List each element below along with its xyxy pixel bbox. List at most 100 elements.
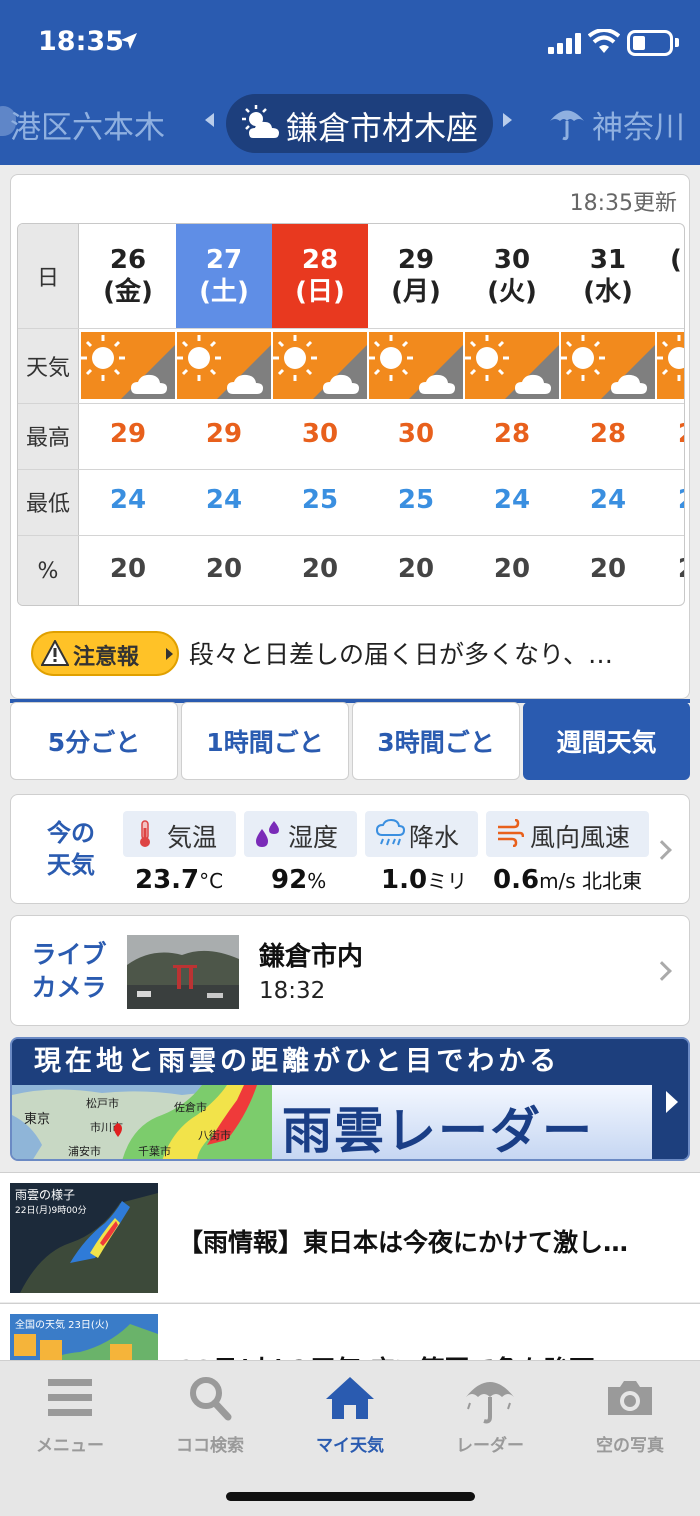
- map-label-sakura: 佐倉市: [174, 1100, 207, 1114]
- map-label-yachimata: 八街市: [198, 1128, 231, 1142]
- warning-badge-label: 注意報: [73, 645, 140, 670]
- map-label-urayasu: 浦安市: [68, 1144, 101, 1158]
- search-icon: [190, 1377, 232, 1421]
- row-label-high: 最高: [18, 403, 79, 469]
- forecast-precip-value: 20: [589, 554, 627, 584]
- nav-sky-photos[interactable]: 空の写真: [560, 1361, 700, 1461]
- sunny-then-cloudy-icon: [177, 332, 271, 399]
- live-camera-card[interactable]: ライブカメラ 鎌倉市内 18:32: [10, 915, 690, 1026]
- nav-my-weather-label: マイ天気: [316, 1436, 384, 1456]
- forecast-high-value: 28: [493, 419, 531, 449]
- app-header: 18:35 港区六本木 鎌倉市材木座 神奈川: [0, 0, 700, 165]
- location-arrow-icon: [121, 33, 137, 49]
- live-camera-label: ライブカメラ: [31, 940, 107, 1002]
- home-indicator: [226, 1492, 475, 1501]
- precipitation-label: 降水: [409, 823, 460, 852]
- nav-my-weather[interactable]: マイ天気: [280, 1361, 420, 1461]
- nav-menu[interactable]: メニュー: [0, 1361, 140, 1461]
- row-label-day: 日: [18, 224, 79, 328]
- wind-chip: 風向風速: [486, 811, 649, 857]
- nav-radar[interactable]: レーダー: [420, 1361, 560, 1461]
- status-time: 18:35: [38, 26, 124, 57]
- forecast-day-header: 29 (月): [391, 245, 441, 307]
- forecast-table: 日 天気 最高 最低 % 26 (金) 29 24 20 27 (土) 29 24 20 28 (日)…: [17, 223, 685, 606]
- row-label-precip: %: [18, 535, 79, 605]
- forecast-day-header: 26 (金): [103, 245, 153, 307]
- nav-search[interactable]: ココ検索: [140, 1361, 280, 1461]
- forecast-low-value: 24: [205, 485, 243, 515]
- location-tab-current[interactable]: 鎌倉市材木座: [226, 94, 493, 153]
- chevron-right-icon: [652, 840, 672, 860]
- wind-icon: [498, 819, 524, 847]
- news-thumbnail: 全国の天気 23日(火): [10, 1314, 158, 1363]
- banner-title: 雨雲レーダー: [282, 1102, 594, 1160]
- tab-5min[interactable]: 5分ごと: [10, 702, 178, 780]
- rain-cloud-icon: [375, 819, 405, 846]
- prev-location-arrow-icon[interactable]: [205, 113, 214, 127]
- banner-headline: 現在地と雨雲の距離がひと目でわかる: [12, 1039, 652, 1085]
- current-weather-label: 今の天気: [47, 819, 95, 879]
- radar-map-illustration: 東京 松戸市 市川市 浦安市 千葉市 佐倉市 八街市: [12, 1085, 272, 1159]
- forecast-high-value: 30: [301, 419, 339, 449]
- humidity-value: 92%: [271, 865, 327, 895]
- forecast-day-header: 31 (水): [583, 245, 633, 307]
- wind-label: 風向風速: [530, 823, 631, 852]
- warning-icon: [41, 640, 69, 666]
- news-thumb-date: 22日(月)9時00分: [15, 1205, 87, 1216]
- current-weather-card[interactable]: 今の天気 気温 23.7°C 湿度 92% 降水 1.0ミリ 風向風速 0.6m…: [10, 794, 690, 904]
- updated-time: 18:35更新: [569, 191, 677, 216]
- news-item[interactable]: 全国の天気 23日(火) 23日(火)の天気 広い範囲で急な強雨: [0, 1303, 700, 1363]
- nav-menu-label: メニュー: [36, 1436, 104, 1456]
- forecast-day-header: (: [670, 245, 682, 275]
- wifi-icon: [588, 29, 620, 53]
- news-title: 【雨情報】東日本は今夜にかけて激し…: [178, 1228, 629, 1257]
- forecast-low-value: 24: [109, 485, 147, 515]
- nav-radar-label: レーダー: [456, 1436, 524, 1456]
- warning-text[interactable]: 段々と日差しの届く日が多くなり、…: [189, 635, 613, 671]
- row-label-low: 最低: [18, 469, 79, 535]
- sunny-then-cloudy-icon: [561, 332, 655, 399]
- forecast-precip-value: 20: [205, 554, 243, 584]
- camera-icon: [608, 1381, 652, 1415]
- umbrella-icon: [466, 1382, 514, 1424]
- chevron-right-icon: [652, 961, 672, 981]
- tab-weekly[interactable]: 週間天気: [523, 702, 690, 780]
- sunny-then-cloudy-icon: [273, 332, 367, 399]
- sunny-cloudy-icon: [242, 105, 279, 138]
- precipitation-value: 1.0ミリ: [381, 865, 468, 895]
- forecast-low-value: 25: [397, 485, 435, 515]
- camera-time: 18:32: [259, 978, 326, 1004]
- precipitation-chip: 降水: [365, 811, 478, 857]
- forecast-high-value: 30: [397, 419, 435, 449]
- forecast-high-value: 29: [205, 419, 243, 449]
- tab-3hour[interactable]: 3時間ごと: [352, 702, 520, 780]
- map-label-tokyo: 東京: [24, 1111, 50, 1127]
- news-thumb-caption: 雨雲の様子: [15, 1188, 75, 1202]
- map-label-matsudo: 松戸市: [86, 1096, 119, 1110]
- forecast-high-value: 2: [656, 419, 684, 449]
- signal-icon: [548, 32, 582, 54]
- tab-1hour[interactable]: 1時間ごと: [181, 702, 349, 780]
- battery-icon: [627, 30, 673, 56]
- warning-badge[interactable]: 注意報: [31, 631, 179, 676]
- thermometer-icon: [140, 820, 150, 847]
- next-location-arrow-icon[interactable]: [503, 113, 512, 127]
- location-next-label: 神奈川: [592, 110, 685, 146]
- sunny-then-cloudy-icon: [465, 332, 559, 399]
- forecast-day-header: 30 (火): [487, 245, 537, 307]
- humidity-label: 湿度: [288, 823, 339, 852]
- forecast-low-value: 24: [493, 485, 531, 515]
- camera-thumbnail: [127, 935, 239, 1009]
- humidity-chip: 湿度: [244, 811, 357, 857]
- news-item[interactable]: 雨雲の様子 22日(月)9時00分 【雨情報】東日本は今夜にかけて激し…: [0, 1172, 700, 1302]
- nav-sky-photos-label: 空の写真: [596, 1436, 664, 1456]
- home-icon: [326, 1377, 374, 1419]
- forecast-low-value: 2: [656, 485, 684, 515]
- sunny-then-cloudy-icon: [657, 332, 684, 399]
- forecast-day-header: 28 (日): [272, 224, 368, 328]
- chevron-right-icon: [166, 648, 173, 660]
- chevron-right-icon: [666, 1091, 678, 1113]
- forecast-precip-value: 20: [397, 554, 435, 584]
- rain-radar-banner[interactable]: 現在地と雨雲の距離がひと目でわかる 東京 松戸市 市川市 浦安市 千葉市 佐倉市…: [10, 1037, 690, 1161]
- wind-value: 0.6m/s 北北東: [493, 865, 643, 895]
